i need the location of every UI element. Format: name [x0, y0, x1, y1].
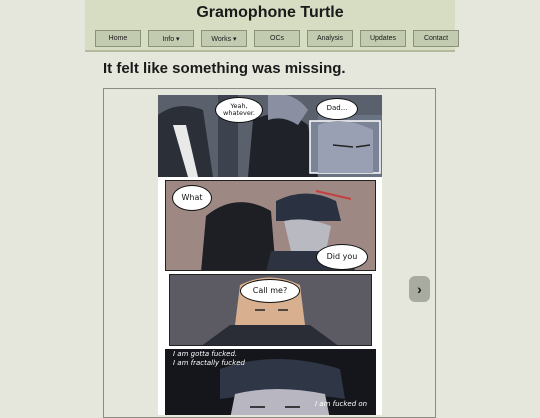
comic-page: Yeah, whatever. Dad... What Did you Call… — [158, 95, 382, 415]
caption-text: I am gotta fucked. — [173, 350, 238, 358]
page-title: It felt like something was missing. — [103, 60, 346, 77]
nav-home-button[interactable]: Home — [95, 30, 141, 47]
comic-panel-1: Yeah, whatever. Dad... — [158, 95, 382, 177]
nav-ocs-button[interactable]: OCs — [254, 30, 300, 47]
comic-panel-4: I am gotta fucked. I am fractally fucked… — [165, 349, 376, 415]
nav-updates-button[interactable]: Updates — [360, 30, 406, 47]
nav-works-dropdown[interactable]: Works ▾ — [201, 30, 247, 47]
speech-bubble: Dad... — [316, 98, 358, 120]
speech-bubble: Yeah, whatever. — [215, 97, 263, 123]
nav-info-dropdown[interactable]: Info ▾ — [148, 30, 194, 47]
speech-bubble: Call me? — [240, 279, 300, 303]
next-page-button[interactable]: › — [409, 276, 430, 302]
speech-bubble: What — [172, 185, 212, 211]
comic-panel-3: Call me? — [169, 274, 372, 346]
site-title[interactable]: Gramophone Turtle — [85, 4, 455, 22]
main-nav: Home Info ▾ Works ▾ OCs Analysis Updates… — [95, 30, 459, 49]
nav-analysis-button[interactable]: Analysis — [307, 30, 353, 47]
nav-contact-button[interactable]: Contact — [413, 30, 459, 47]
comic-panel-2: What Did you — [165, 180, 376, 271]
speech-bubble: Did you — [316, 244, 368, 270]
caption-text: I am fractally fucked — [173, 359, 245, 367]
site-header: Gramophone Turtle Home Info ▾ Works ▾ OC… — [85, 0, 459, 52]
